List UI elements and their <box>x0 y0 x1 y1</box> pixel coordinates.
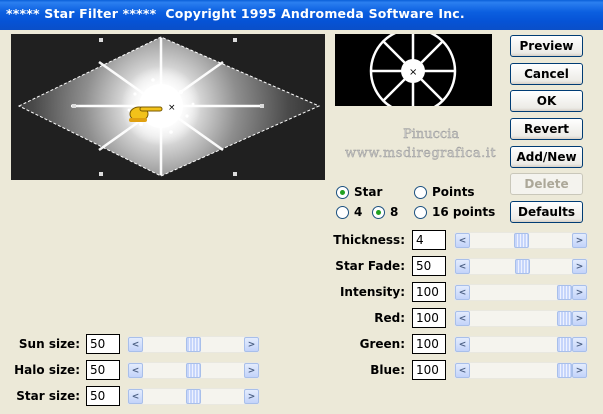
points-4-radio-indicator <box>336 205 349 219</box>
green-field[interactable]: 100 <box>412 334 446 354</box>
thickness-field[interactable]: 4 <box>412 230 446 250</box>
star-size-field[interactable]: 50 <box>86 386 120 406</box>
thickness-slider-left-arrow-icon[interactable]: < <box>455 233 470 248</box>
window-title: ***** Star Filter ***** Copyright 1995 A… <box>6 6 465 21</box>
main-preview[interactable]: × <box>11 34 325 180</box>
star-radio-label: Star <box>354 185 383 199</box>
sun-size-slider-left-arrow-icon[interactable]: < <box>128 337 143 352</box>
revert-button[interactable]: Revert <box>510 118 583 140</box>
title-bar: ***** Star Filter ***** Copyright 1995 A… <box>0 0 603 30</box>
points-16-radio[interactable]: 16 points <box>414 205 495 219</box>
halo-size-label: Halo size: <box>14 363 80 377</box>
points-16-radio-indicator <box>414 205 427 219</box>
star-filter-window: ***** Star Filter ***** Copyright 1995 A… <box>0 0 603 414</box>
points-16-radio-label: 16 points <box>432 205 496 219</box>
sun-size-label: Sun size: <box>18 337 80 351</box>
star-size-slider-right-arrow-icon[interactable]: > <box>244 389 259 404</box>
preview-button[interactable]: Preview <box>510 35 583 57</box>
blue-field[interactable]: 100 <box>412 360 446 380</box>
green-slider-thumb[interactable] <box>557 337 572 352</box>
red-label: Red: <box>374 311 405 325</box>
star-size-slider-left-arrow-icon[interactable]: < <box>128 389 143 404</box>
star-radio-indicator <box>336 185 349 199</box>
star-fade-slider-thumb[interactable] <box>515 259 531 274</box>
star-size-slider-thumb[interactable] <box>186 389 201 404</box>
svg-text:×: × <box>409 67 417 78</box>
defaults-button[interactable]: Defaults <box>510 201 583 223</box>
points-4-radio[interactable]: 4 <box>336 205 362 219</box>
svg-text:×: × <box>168 103 176 113</box>
watermark: Pinuccia www.msdiregrafica.it <box>335 124 525 166</box>
star-size-label: Star size: <box>16 389 80 403</box>
star-fade-slider-left-arrow-icon[interactable]: < <box>455 259 470 274</box>
green-slider[interactable]: < > <box>454 336 588 353</box>
star-shape-thumbnail: × <box>369 27 457 115</box>
points-8-radio-indicator <box>372 205 385 219</box>
halo-size-field[interactable]: 50 <box>86 360 120 380</box>
halo-size-slider-right-arrow-icon[interactable]: > <box>244 363 259 378</box>
blue-slider[interactable]: < > <box>454 362 588 379</box>
star-fade-label: Star Fade: <box>335 259 405 273</box>
star-radio[interactable]: Star <box>336 185 382 199</box>
star-fade-slider-right-arrow-icon[interactable]: > <box>572 259 587 274</box>
star-fade-slider[interactable]: < > <box>454 258 588 275</box>
watermark-graphic: Pinuccia www.msdiregrafica.it <box>345 127 496 161</box>
add-new-button[interactable]: Add/New <box>510 146 583 168</box>
points-radio-label: Points <box>432 185 475 199</box>
intensity-slider[interactable]: < > <box>454 284 588 301</box>
intensity-field[interactable]: 100 <box>412 282 446 302</box>
watermark-url: www.msdiregrafica.it <box>345 146 496 161</box>
watermark-name: Pinuccia <box>403 127 459 142</box>
red-slider-right-arrow-icon[interactable]: > <box>572 311 587 326</box>
star-size-slider[interactable]: < > <box>127 388 260 405</box>
sun-size-field[interactable]: 50 <box>86 334 120 354</box>
red-field[interactable]: 100 <box>412 308 446 328</box>
red-slider-left-arrow-icon[interactable]: < <box>455 311 470 326</box>
points-8-radio-label: 8 <box>390 205 399 219</box>
thickness-slider-right-arrow-icon[interactable]: > <box>572 233 587 248</box>
red-slider[interactable]: < > <box>454 310 588 327</box>
halo-size-slider-left-arrow-icon[interactable]: < <box>128 363 143 378</box>
intensity-slider-thumb[interactable] <box>557 285 572 300</box>
intensity-slider-right-arrow-icon[interactable]: > <box>572 285 587 300</box>
points-radio[interactable]: Points <box>414 185 475 199</box>
thickness-slider[interactable]: < > <box>454 232 588 249</box>
points-radio-indicator <box>414 185 427 199</box>
blue-label: Blue: <box>370 363 405 377</box>
cancel-button[interactable]: Cancel <box>510 63 583 85</box>
blue-slider-thumb[interactable] <box>557 363 572 378</box>
preview-image: × <box>11 34 325 180</box>
intensity-label: Intensity: <box>339 285 405 299</box>
thickness-slider-thumb[interactable] <box>513 233 529 248</box>
points-4-radio-label: 4 <box>354 205 363 219</box>
delete-button[interactable]: Delete <box>510 173 583 195</box>
thickness-label: Thickness: <box>333 233 405 247</box>
green-slider-right-arrow-icon[interactable]: > <box>572 337 587 352</box>
halo-size-slider-thumb[interactable] <box>186 363 201 378</box>
sun-size-slider-right-arrow-icon[interactable]: > <box>244 337 259 352</box>
blue-slider-right-arrow-icon[interactable]: > <box>572 363 587 378</box>
points-8-radio[interactable]: 8 <box>372 205 398 219</box>
blue-slider-left-arrow-icon[interactable]: < <box>455 363 470 378</box>
red-slider-thumb[interactable] <box>557 311 572 326</box>
ok-button[interactable]: OK <box>510 90 583 112</box>
sun-size-slider[interactable]: < > <box>127 336 260 353</box>
intensity-slider-left-arrow-icon[interactable]: < <box>455 285 470 300</box>
halo-size-slider[interactable]: < > <box>127 362 260 379</box>
star-fade-field[interactable]: 50 <box>412 256 446 276</box>
star-shape-preview[interactable]: × <box>335 27 492 115</box>
green-label: Green: <box>359 337 405 351</box>
sun-size-slider-thumb[interactable] <box>186 337 201 352</box>
green-slider-left-arrow-icon[interactable]: < <box>455 337 470 352</box>
